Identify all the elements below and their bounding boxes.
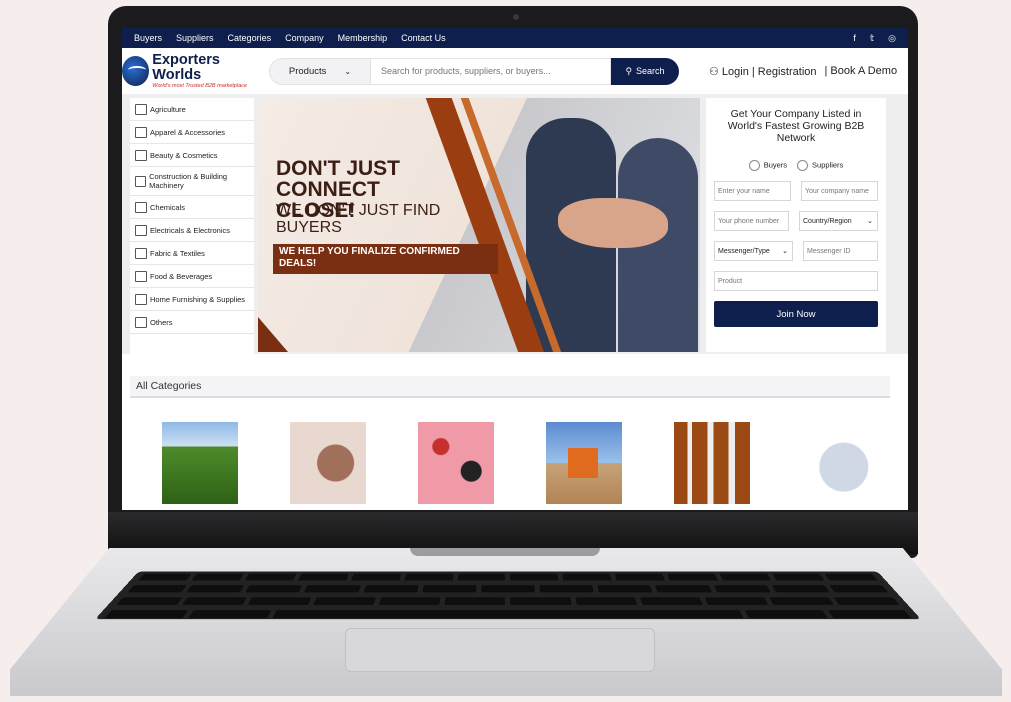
brand-name: Exporters Worlds [152, 52, 220, 83]
all-categories-heading: All Categories [130, 376, 890, 398]
chevron-down-icon: ⌄ [344, 66, 352, 76]
category-item[interactable]: Food & Beverages [130, 265, 254, 288]
category-sidebar: Agriculture Apparel & Accessories Beauty… [130, 98, 254, 354]
phone-field[interactable]: Your phone number [714, 211, 789, 231]
category-item[interactable]: Agriculture [130, 98, 254, 121]
globe-logo-icon [122, 56, 150, 86]
brand-tagline: World's most Trusted B2B marketplace [152, 83, 248, 89]
nav-categories[interactable]: Categories [228, 33, 272, 43]
category-thumbnails [162, 422, 908, 504]
chevron-down-icon: ⌄ [782, 248, 788, 255]
nav-buyers[interactable]: Buyers [134, 33, 162, 43]
name-field[interactable]: Enter your name [714, 181, 791, 201]
join-now-button[interactable]: Join Now [714, 301, 878, 327]
trackpad [345, 628, 655, 672]
search-button[interactable]: ⚲ Search [611, 57, 679, 85]
nav-contact-us[interactable]: Contact Us [401, 33, 446, 43]
login-registration-link[interactable]: ⚇ Login | Registration [709, 65, 817, 78]
agriculture-icon [135, 103, 147, 115]
messenger-id-field[interactable]: Messenger ID [803, 241, 878, 261]
hero-section: Agriculture Apparel & Accessories Beauty… [122, 94, 908, 354]
facebook-icon[interactable]: f [853, 33, 856, 44]
radio-buyers[interactable]: Buyers [748, 160, 787, 171]
laptop-hinge [410, 548, 600, 556]
fabric-icon [135, 247, 147, 259]
auth-links: ⚇ Login | Registration | Book A Demo [709, 65, 897, 78]
camera-icon [513, 14, 519, 20]
home-furnishing-icon [135, 293, 147, 305]
screen: Buyers Suppliers Categories Company Memb… [122, 28, 908, 510]
category-item[interactable]: Others [130, 311, 254, 334]
search-category-select[interactable]: Products ⌄ [269, 57, 371, 85]
nav-membership[interactable]: Membership [338, 33, 388, 43]
category-item[interactable]: Fabric & Textiles [130, 242, 254, 265]
radio-suppliers[interactable]: Suppliers [797, 160, 843, 171]
search-icon: ⚲ [625, 65, 633, 76]
banner-corner [258, 317, 288, 352]
banner-tagline: WE HELP YOU FINALIZE CONFIRMED DEALS! [273, 244, 498, 274]
logo[interactable]: Exporters Worlds World's most Trusted B2… [122, 53, 262, 89]
product-field[interactable]: Product [714, 271, 878, 291]
nav-company[interactable]: Company [285, 33, 324, 43]
food-icon [135, 270, 147, 282]
apparel-thumbnail[interactable] [290, 422, 366, 504]
banner-subheadline: WE DON'T JUST FIND BUYERS [276, 202, 441, 236]
radio-circle-icon [797, 160, 809, 171]
chevron-down-icon: ⌄ [867, 218, 873, 225]
electronics-thumbnail[interactable] [802, 422, 878, 504]
category-item[interactable]: Beauty & Cosmetics [130, 144, 254, 167]
construction-icon [135, 175, 147, 187]
others-icon [135, 316, 147, 328]
chemicals-thumbnail[interactable] [674, 422, 750, 504]
apparel-icon [135, 126, 147, 138]
construction-thumbnail[interactable] [546, 422, 622, 504]
search-button-label: Search [636, 66, 665, 76]
social-links: f 𝕥 ◎ [853, 33, 896, 44]
signup-form: Get Your Company Listed in World's Faste… [706, 98, 886, 352]
agriculture-thumbnail[interactable] [162, 422, 238, 504]
laptop-base [10, 548, 1002, 696]
hero-banner[interactable]: DON'T JUST CONNECT CLOSE! WE DON'T JUST F… [258, 98, 700, 352]
header: Exporters Worlds World's most Trusted B2… [122, 48, 908, 94]
cosmetics-thumbnail[interactable] [418, 422, 494, 504]
category-item[interactable]: Chemicals [130, 196, 254, 219]
category-item[interactable]: Construction & Building Machinery [130, 167, 254, 196]
role-selector: Buyers Suppliers [714, 160, 878, 171]
keyboard [95, 571, 921, 620]
category-item[interactable]: Home Furnishing & Supplies [130, 288, 254, 311]
company-field[interactable]: Your company name [801, 181, 878, 201]
login-label: Login | Registration [721, 65, 817, 78]
nav-suppliers[interactable]: Suppliers [176, 33, 214, 43]
chemicals-icon [135, 201, 147, 213]
search-category-label: Products [288, 65, 327, 77]
book-demo-link[interactable]: | Book A Demo [825, 65, 898, 78]
category-item[interactable]: Electricals & Electronics [130, 219, 254, 242]
radio-circle-icon [748, 160, 760, 171]
messenger-type-select[interactable]: Messenger/Type ⌄ [714, 241, 793, 261]
category-item[interactable]: Apparel & Accessories [130, 121, 254, 144]
twitter-icon[interactable]: 𝕥 [870, 33, 874, 44]
search-input[interactable] [371, 57, 611, 85]
handshake-image [558, 198, 668, 248]
user-icon: ⚇ [709, 65, 722, 78]
country-select[interactable]: Country/Region ⌄ [799, 211, 878, 231]
beauty-icon [135, 149, 147, 161]
top-nav: Buyers Suppliers Categories Company Memb… [122, 28, 908, 48]
electronics-icon [135, 224, 147, 236]
form-title: Get Your Company Listed in World's Faste… [727, 108, 865, 144]
search-bar: Products ⌄ ⚲ Search [269, 57, 679, 85]
instagram-icon[interactable]: ◎ [888, 33, 896, 44]
